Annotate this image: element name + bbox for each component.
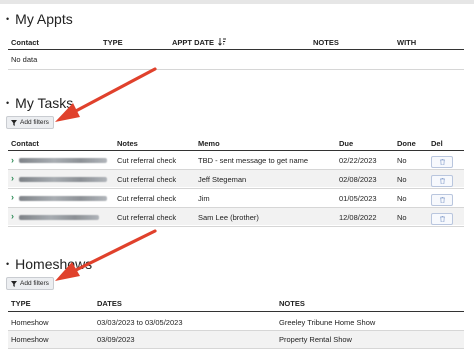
annotation-arrows (55, 67, 157, 281)
annotation-arrow-homeshows (55, 229, 157, 281)
annotation-arrow-tasks (55, 67, 157, 122)
